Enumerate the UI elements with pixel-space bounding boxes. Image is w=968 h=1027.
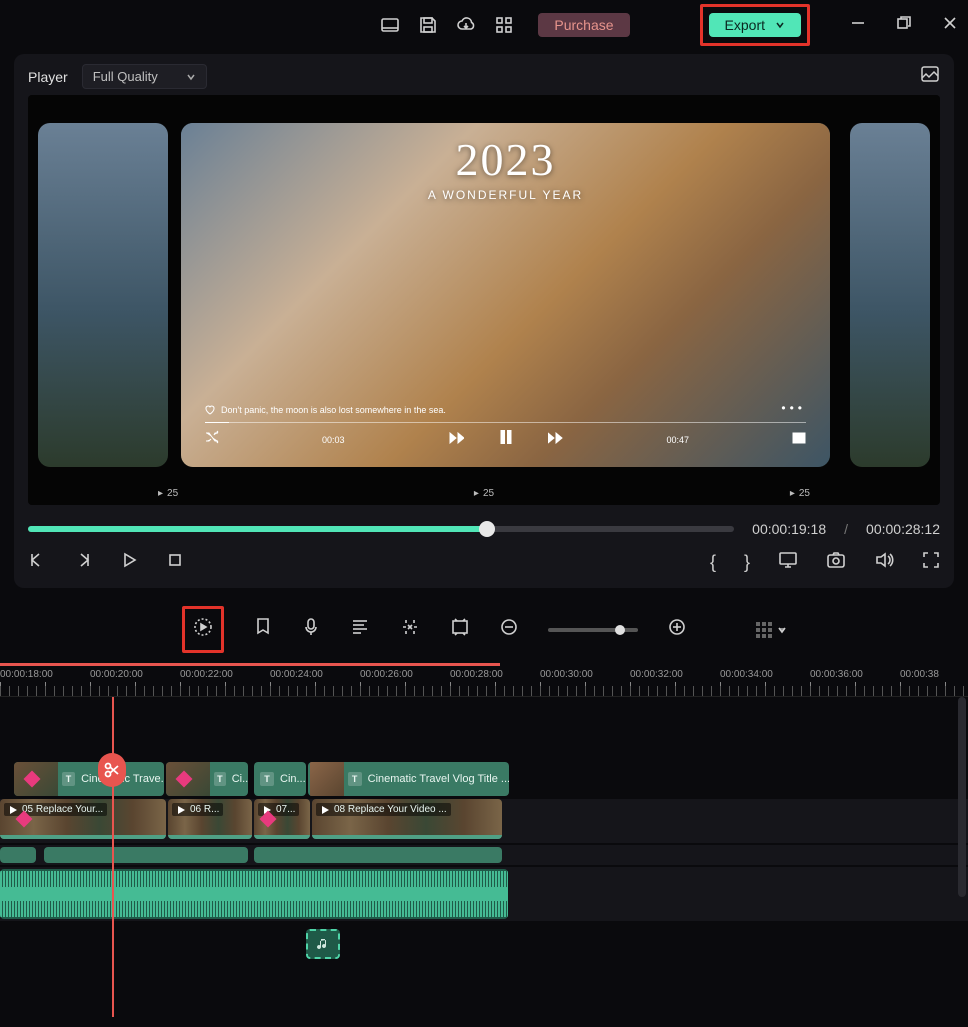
zoom-in-button[interactable] <box>668 618 686 641</box>
ruler-timestamp: 00:00:18:00 <box>0 669 90 680</box>
quality-dropdown[interactable]: Full Quality <box>82 64 207 89</box>
effect-clip[interactable] <box>44 847 248 863</box>
preview-image-icon[interactable] <box>920 65 940 88</box>
title-track: TCinematic Trave...TCi...TCin...TCinemat… <box>0 759 968 799</box>
audio-track <box>0 867 968 921</box>
ruler-timestamp: 00:00:38 <box>900 669 968 680</box>
player-panel: Player Full Quality 2023 A WONDERFUL YEA… <box>14 54 954 588</box>
frame-rate-label: ▸ 25 <box>790 488 810 499</box>
timeline-toolbar <box>0 592 968 663</box>
overlay-more-icon: ••• <box>781 401 806 415</box>
current-time: 00:00:19:18 <box>752 521 826 537</box>
title-clip[interactable]: TCi... <box>166 762 248 796</box>
top-toolbar: Purchase Export <box>0 0 968 50</box>
apps-icon[interactable] <box>494 15 514 35</box>
ruler-timestamp: 00:00:32:00 <box>630 669 720 680</box>
frame-rate-label: ▸ 25 <box>158 488 178 499</box>
playback-scrubber[interactable]: 00:00:19:18 / 00:00:28:12 <box>28 521 940 537</box>
playhead[interactable] <box>112 697 114 1017</box>
video-clip[interactable]: 08 Replace Your Video ... <box>312 799 502 839</box>
video-preview: 2023 A WONDERFUL YEAR Don't panic, the m… <box>28 95 940 505</box>
voiceover-button[interactable] <box>302 617 320 642</box>
effect-clip[interactable] <box>254 847 502 863</box>
zoom-slider[interactable] <box>548 628 638 632</box>
layout-icon[interactable] <box>380 15 400 35</box>
overlay-player-controls: 00:03 00:47 <box>205 430 806 449</box>
effects-track <box>0 845 968 865</box>
render-preview-button[interactable] <box>193 617 213 642</box>
ruler-timestamp: 00:00:28:00 <box>450 669 540 680</box>
mark-out-button[interactable]: } <box>744 552 750 573</box>
audio-mixer-button[interactable] <box>350 618 370 641</box>
ruler-timestamp: 00:00:34:00 <box>720 669 810 680</box>
snapshot-icon[interactable] <box>826 551 846 574</box>
player-label: Player <box>28 69 68 85</box>
title-clip[interactable]: TCinematic Travel Vlog Title ... <box>308 762 509 796</box>
vertical-scrollbar[interactable] <box>958 697 966 897</box>
display-settings-icon[interactable] <box>778 551 798 574</box>
maximize-button[interactable] <box>896 15 912 36</box>
audio-clip[interactable] <box>0 869 508 919</box>
ruler-timestamp: 00:00:30:00 <box>540 669 630 680</box>
step-forward-button[interactable] <box>74 551 92 574</box>
video-clip[interactable]: 06 R... <box>168 799 252 839</box>
time-separator: / <box>844 521 848 537</box>
pause-icon <box>500 430 512 449</box>
play-button[interactable] <box>120 551 138 574</box>
video-clip[interactable]: 07... <box>254 799 310 839</box>
ruler-timestamp: 00:00:22:00 <box>180 669 270 680</box>
mark-in-button[interactable]: { <box>710 552 716 573</box>
marker-button[interactable] <box>254 617 272 642</box>
render-preview-highlight <box>182 606 224 653</box>
toolbar-icons: Purchase <box>380 13 629 37</box>
zoom-out-button[interactable] <box>500 618 518 641</box>
forward-icon <box>548 431 564 449</box>
music-clip[interactable] <box>306 929 340 959</box>
volume-icon[interactable] <box>874 551 894 574</box>
minimize-button[interactable] <box>850 15 866 36</box>
track-view-dropdown[interactable] <box>756 622 786 638</box>
shuffle-icon <box>205 430 219 449</box>
auto-ripple-button[interactable] <box>400 617 420 642</box>
ruler-timestamp: 00:00:36:00 <box>810 669 900 680</box>
overlay-title: 2023 A WONDERFUL YEAR <box>428 133 583 202</box>
overlay-time-right: 00:47 <box>666 435 689 445</box>
ruler-timestamp: 00:00:24:00 <box>270 669 360 680</box>
timeline-ruler[interactable]: 00:00:18:0000:00:20:0000:00:22:0000:00:2… <box>0 663 968 697</box>
ruler-timestamp: 00:00:20:00 <box>90 669 180 680</box>
export-highlight: Export <box>700 4 810 46</box>
frame-rate-label: ▸ 25 <box>474 488 494 499</box>
title-clip[interactable]: TCinematic Trave... <box>14 762 164 796</box>
purchase-button[interactable]: Purchase <box>538 13 629 37</box>
transport-controls: { } <box>28 545 940 574</box>
stop-button[interactable] <box>166 551 184 574</box>
split-marker[interactable] <box>98 753 126 787</box>
effect-clip[interactable] <box>0 847 36 863</box>
title-clip[interactable]: TCin... <box>254 762 306 796</box>
export-button[interactable]: Export <box>709 13 801 37</box>
player-header: Player Full Quality <box>28 64 940 89</box>
fullscreen-overlay-icon <box>792 431 806 449</box>
ruler-timestamp: 00:00:26:00 <box>360 669 450 680</box>
overlay-caption: Don't panic, the moon is also lost somew… <box>205 405 446 415</box>
save-icon[interactable] <box>418 15 438 35</box>
cloud-icon[interactable] <box>456 15 476 35</box>
music-track <box>0 925 968 965</box>
scrub-handle[interactable] <box>479 521 495 537</box>
window-controls <box>850 15 958 36</box>
fullscreen-icon[interactable] <box>922 551 940 574</box>
step-back-button[interactable] <box>28 551 46 574</box>
crop-button[interactable] <box>450 618 470 641</box>
video-clip[interactable]: 05 Replace Your... <box>0 799 166 839</box>
total-time: 00:00:28:12 <box>866 521 940 537</box>
timeline-tracks: TCinematic Trave...TCi...TCin...TCinemat… <box>0 697 968 1017</box>
video-track: 05 Replace Your...06 R...07...08 Replace… <box>0 799 968 843</box>
close-button[interactable] <box>942 15 958 36</box>
rewind-icon <box>448 431 464 449</box>
overlay-time-left: 00:03 <box>322 435 345 445</box>
